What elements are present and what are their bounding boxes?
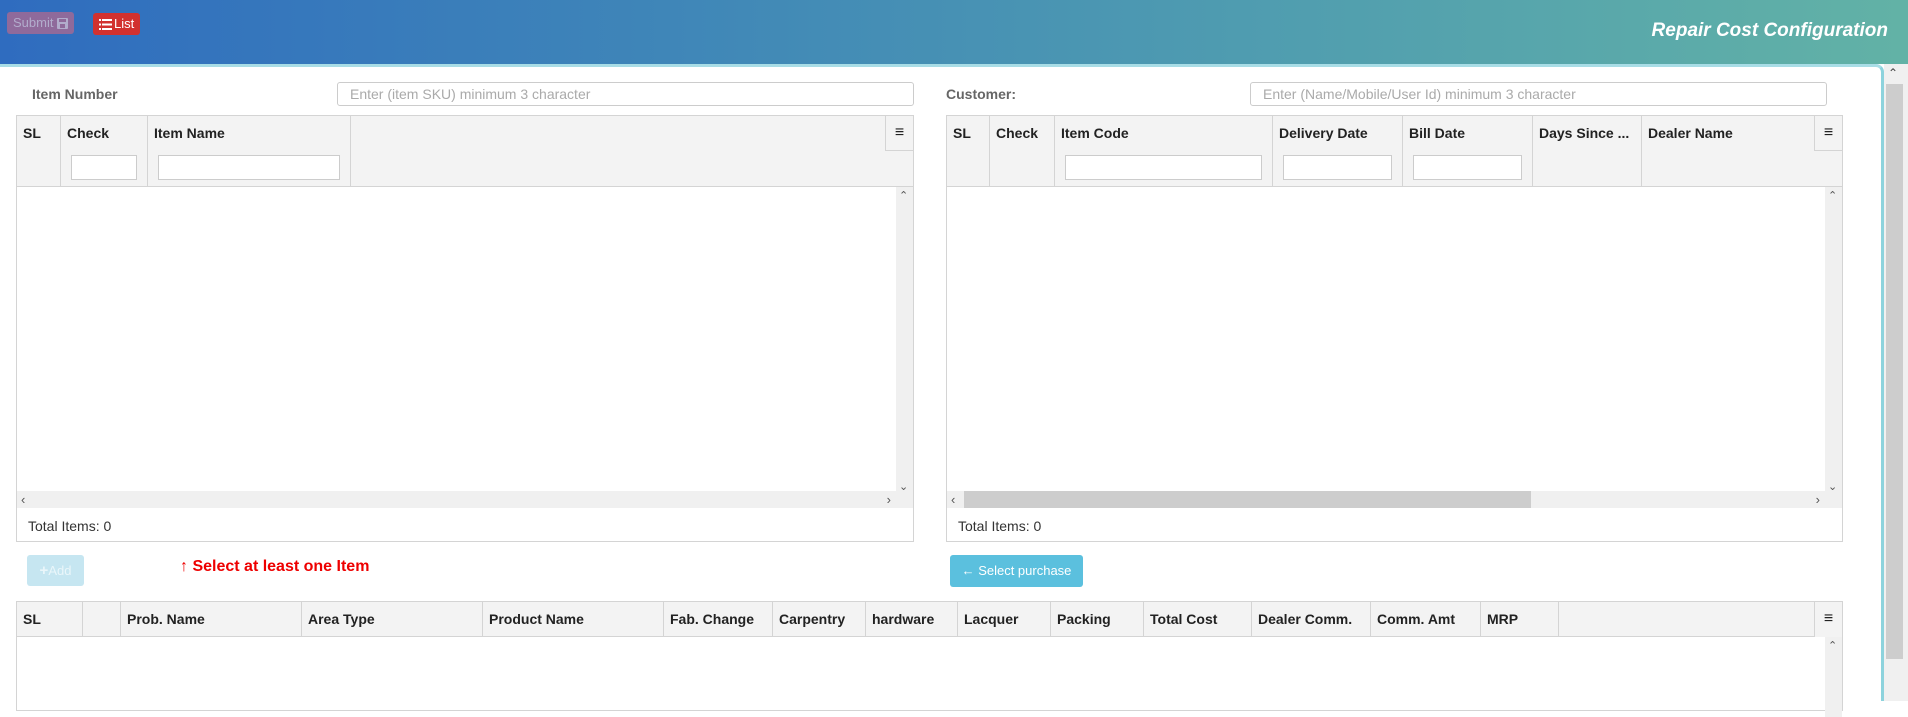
item-grid-hscroll[interactable]: ‹ › xyxy=(17,491,913,508)
column-header-product-name[interactable]: Product Name xyxy=(483,602,664,636)
cost-grid: SL Prob. Name Area Type Product Name Fab. Ch… xyxy=(16,601,1843,717)
list-button[interactable]: List xyxy=(93,13,141,35)
page-scrollbar-thumb[interactable] xyxy=(1886,84,1903,659)
list-icon xyxy=(99,18,112,30)
scroll-right-icon[interactable]: › xyxy=(1816,491,1820,508)
submit-button[interactable]: Submit xyxy=(7,12,75,34)
grid-menu-icon[interactable]: ≡ xyxy=(1814,116,1842,151)
item-code-filter-input[interactable] xyxy=(1065,155,1262,180)
item-total-items: Total Items: 0 xyxy=(28,518,112,534)
column-header-blank[interactable] xyxy=(83,602,121,636)
item-search-input[interactable] xyxy=(337,82,914,106)
grid-menu-icon[interactable]: ≡ xyxy=(1814,602,1842,637)
add-label: Add xyxy=(48,563,72,578)
column-header-comm-amt[interactable]: Comm. Amt xyxy=(1371,602,1481,636)
column-header-dealer-name[interactable]: Dealer Name xyxy=(1642,116,1842,186)
column-header-dealer-comm[interactable]: Dealer Comm. xyxy=(1252,602,1371,636)
column-header-prob-name[interactable]: Prob. Name xyxy=(121,602,302,636)
column-header-sl[interactable]: SL xyxy=(17,116,61,186)
scroll-up-icon[interactable]: ⌃ xyxy=(1888,66,1898,80)
customer-grid-hscroll-thumb[interactable] xyxy=(964,491,1531,508)
item-grid-header: SL Check Item Name ≡ xyxy=(17,116,913,187)
column-header-hardware[interactable]: hardware xyxy=(866,602,958,636)
delivery-date-filter-input[interactable] xyxy=(1283,155,1392,180)
item-grid-vscroll[interactable]: ⌃ ⌄ xyxy=(896,187,913,495)
scroll-left-icon[interactable]: ‹ xyxy=(21,491,25,508)
column-header-delivery-date[interactable]: Delivery Date xyxy=(1273,116,1403,186)
column-header-area-type[interactable]: Area Type xyxy=(302,602,483,636)
column-header-lacquer[interactable]: Lacquer xyxy=(958,602,1051,636)
column-header-check[interactable]: Check xyxy=(61,116,148,186)
customer-grid-header: SL Check Item Code Delivery Date Bill Da… xyxy=(947,116,1842,187)
customer-grid: SL Check Item Code Delivery Date Bill Da… xyxy=(946,115,1843,542)
submit-label: Submit xyxy=(13,15,54,30)
column-header-sl[interactable]: SL xyxy=(17,602,83,636)
customer-grid-hscroll[interactable]: ‹ › xyxy=(947,491,1842,508)
column-header-carpentry[interactable]: Carpentry xyxy=(773,602,866,636)
item-number-label: Item Number xyxy=(32,86,118,102)
page-title: Repair Cost Configuration xyxy=(1651,20,1888,41)
top-bar: Submit List Repair Cost Configuration xyxy=(0,0,1908,64)
scroll-left-icon[interactable]: ‹ xyxy=(951,491,955,508)
add-button[interactable]: +Add xyxy=(27,555,84,586)
column-header-days-since[interactable]: Days Since ... xyxy=(1533,116,1642,186)
plus-icon: + xyxy=(39,562,49,579)
cost-grid-vscroll[interactable]: ⌃ xyxy=(1825,637,1842,717)
column-header-packing[interactable]: Packing xyxy=(1051,602,1144,636)
item-grid-footer: Total Items: 0 xyxy=(17,509,913,541)
column-header-bill-date[interactable]: Bill Date xyxy=(1403,116,1533,186)
scroll-up-icon[interactable]: ⌃ xyxy=(899,189,908,202)
cost-grid-header: SL Prob. Name Area Type Product Name Fab. Ch… xyxy=(17,602,1842,637)
column-header-item-name[interactable]: Item Name xyxy=(148,116,351,186)
customer-grid-vscroll[interactable]: ⌃ ⌄ xyxy=(1825,187,1842,495)
check-filter-input[interactable] xyxy=(71,155,137,180)
bill-date-filter-input[interactable] xyxy=(1413,155,1522,180)
warning-text: Select at least one Item xyxy=(192,558,370,575)
customer-search-input[interactable] xyxy=(1250,82,1827,106)
item-grid: SL Check Item Name ≡ ⌃ ⌄ ‹ › Total Items… xyxy=(16,115,914,542)
arrow-up-icon: ↑ xyxy=(180,558,188,575)
scroll-up-icon[interactable]: ⌃ xyxy=(1828,639,1837,652)
item-name-filter-input[interactable] xyxy=(158,155,340,180)
arrow-left-icon: ← xyxy=(961,563,975,578)
scroll-right-icon[interactable]: › xyxy=(887,491,891,508)
select-purchase-label: Select purchase xyxy=(978,563,1072,578)
grid-menu-icon[interactable]: ≡ xyxy=(885,116,913,151)
column-header-check[interactable]: Check xyxy=(990,116,1055,186)
customer-total-items: Total Items: 0 xyxy=(958,518,1042,534)
customer-grid-footer: Total Items: 0 xyxy=(947,509,1842,541)
scroll-up-icon[interactable]: ⌃ xyxy=(1828,189,1837,202)
select-purchase-button[interactable]: ← Select purchase xyxy=(950,555,1083,587)
column-header-item-code[interactable]: Item Code xyxy=(1055,116,1273,186)
select-item-warning: ↑ Select at least one Item xyxy=(180,558,369,576)
save-icon xyxy=(57,17,69,29)
column-header-total-cost[interactable]: Total Cost xyxy=(1144,602,1252,636)
column-header-mrp[interactable]: MRP xyxy=(1481,602,1559,636)
list-label: List xyxy=(114,16,135,31)
column-header-sl[interactable]: SL xyxy=(947,116,990,186)
customer-label: Customer: xyxy=(946,86,1017,102)
column-header-fab-change[interactable]: Fab. Change xyxy=(664,602,773,636)
page-scrollbar[interactable]: ⌃ xyxy=(1884,64,1908,701)
